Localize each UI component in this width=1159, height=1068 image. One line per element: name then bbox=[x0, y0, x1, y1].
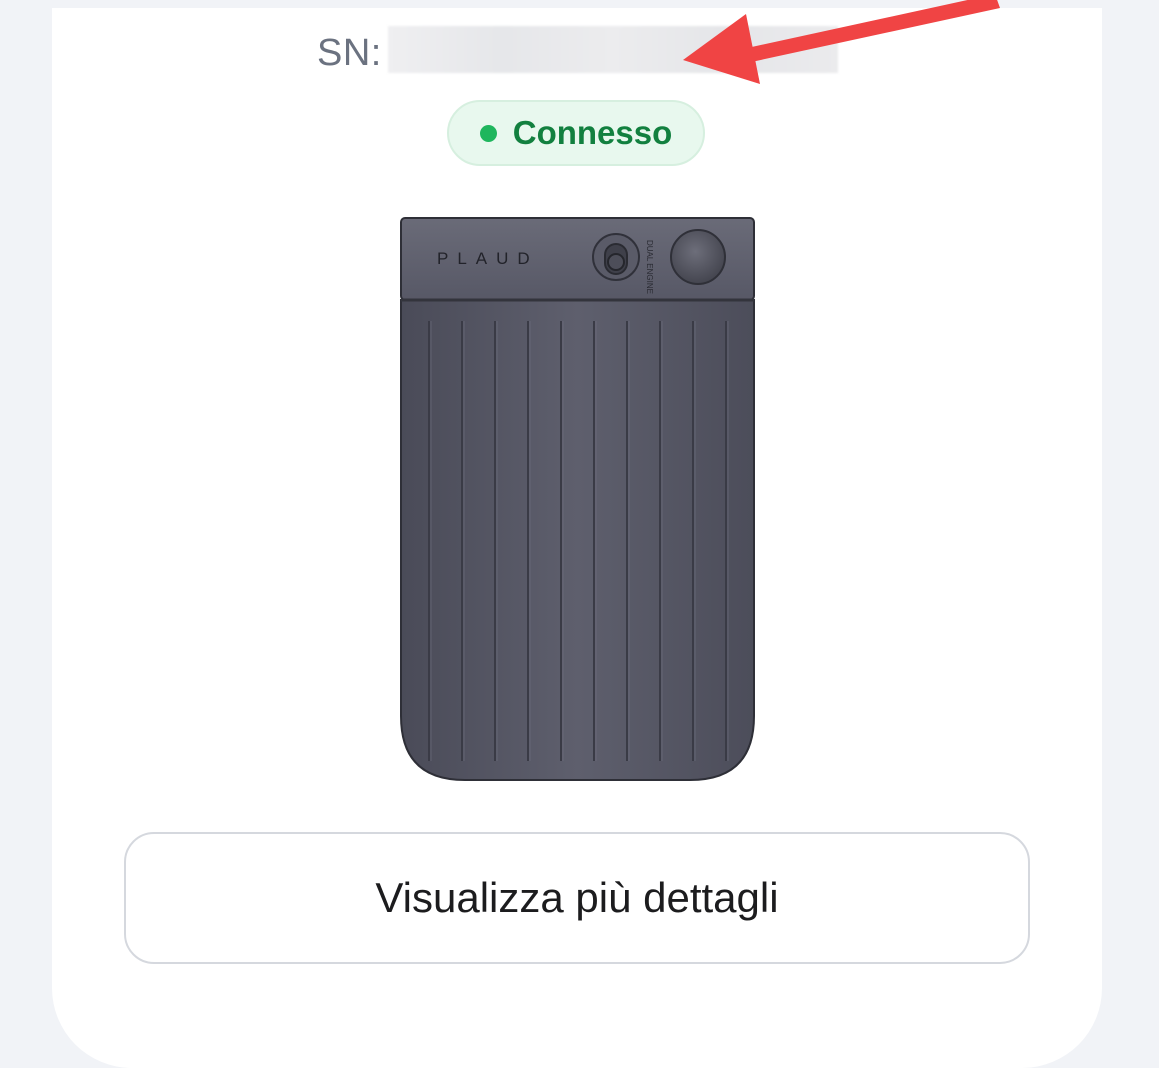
device-image: PLAUD DUAL ENGINE bbox=[400, 217, 755, 781]
serial-number-redacted bbox=[388, 26, 838, 73]
view-more-details-button[interactable]: Visualizza più dettagli bbox=[124, 832, 1030, 964]
device-engine-text: DUAL ENGINE bbox=[645, 240, 654, 294]
connection-status-badge: Connesso bbox=[447, 100, 705, 166]
view-more-details-label: Visualizza più dettagli bbox=[375, 874, 779, 921]
serial-number-row: SN: bbox=[317, 28, 382, 78]
status-dot-icon bbox=[479, 124, 497, 142]
serial-number-label: SN: bbox=[317, 31, 382, 74]
device-brand-text: PLAUD bbox=[437, 249, 539, 268]
connection-status-text: Connesso bbox=[512, 114, 673, 151]
